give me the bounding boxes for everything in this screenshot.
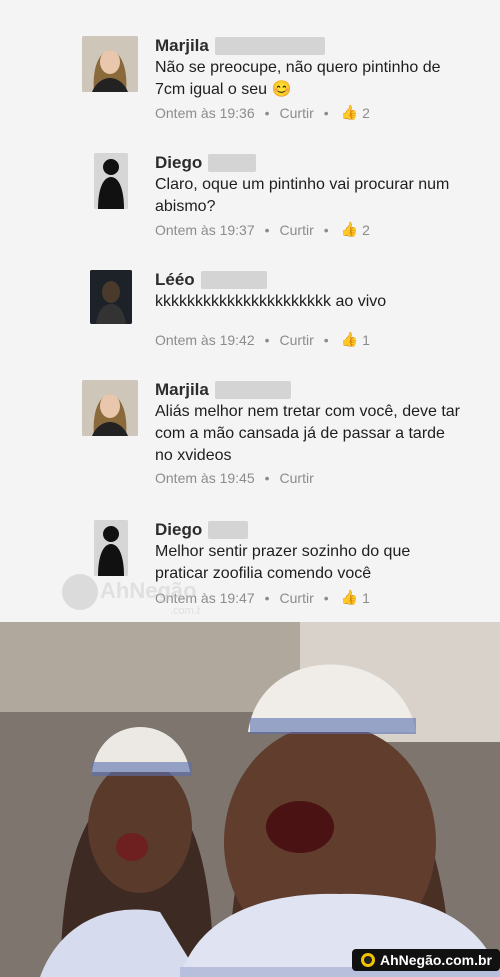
like-count[interactable]: 1 — [362, 590, 370, 606]
watermark-logo-icon: AhNegão .com.br — [62, 574, 207, 617]
author-row: Lééo — [155, 270, 267, 290]
separator-dot: • — [264, 470, 270, 486]
timestamp[interactable]: Ontem às 19:37 — [155, 222, 255, 238]
redacted-surname — [200, 271, 267, 289]
author-row: Marjila — [155, 380, 291, 400]
female-avatar-icon — [82, 36, 138, 92]
author-name[interactable]: Marjila — [155, 36, 209, 56]
separator-dot: • — [264, 331, 270, 348]
comment-text: Aliás melhor nem tretar com você, deve t… — [155, 403, 461, 464]
author-row: Diego — [155, 153, 257, 173]
comment-thread: Marjila Não se preocupe, não quero pinti… — [0, 0, 500, 622]
like-count[interactable]: 2 — [362, 105, 370, 121]
separator-dot: • — [264, 104, 270, 121]
author-name[interactable]: Marjila — [155, 380, 209, 400]
like-link[interactable]: Curtir — [280, 222, 314, 238]
like-link[interactable]: Curtir — [280, 332, 314, 348]
avatar[interactable] — [82, 36, 138, 92]
timestamp[interactable]: Ontem às 19:45 — [155, 470, 255, 486]
svg-text:.com.br: .com.br — [170, 605, 200, 617]
redacted-surname — [214, 381, 291, 399]
like-link[interactable]: Curtir — [280, 590, 314, 606]
like-count[interactable]: 2 — [362, 222, 370, 238]
separator-dot: • — [323, 331, 329, 348]
comment-text: kkkkkkkkkkkkkkkkkkkkkk ao vivo — [155, 293, 387, 310]
timestamp[interactable]: Ontem às 19:36 — [155, 105, 255, 121]
comment-text: Claro, oque um pintinho vai procurar num… — [155, 176, 450, 215]
separator-dot: • — [264, 221, 270, 238]
author-name[interactable]: Lééo — [155, 270, 195, 290]
ahnegao-watermark: AhNegão .com.br — [60, 566, 207, 625]
comment-text: Melhor sentir prazer sozinho do que prat… — [155, 543, 411, 582]
dark-avatar-icon — [90, 270, 132, 324]
author-name[interactable]: Diego — [155, 520, 202, 540]
reaction-photo: AhNegão.com.br — [0, 622, 500, 977]
ahnegao-logo-icon — [360, 953, 375, 967]
avatar[interactable] — [82, 380, 138, 436]
comment-text: Não se preocupe, não quero pintinho de 7… — [155, 59, 441, 98]
male-avatar-icon — [94, 153, 128, 209]
ahnegao-logo[interactable]: AhNegão.com.br — [351, 949, 500, 971]
comment-meta: Ontem às 19:36 • Curtir • 👍 2 — [155, 104, 370, 121]
smile-emoji-icon: 😊 — [271, 81, 292, 98]
female-avatar-icon — [82, 380, 138, 436]
thumbs-up-icon[interactable]: 👍 — [341, 331, 358, 348]
author-row: Diego — [155, 520, 249, 540]
thumbs-up-icon[interactable]: 👍 — [341, 104, 358, 121]
avatar[interactable] — [90, 270, 132, 324]
separator-dot: • — [323, 104, 329, 121]
separator-dot: • — [323, 589, 329, 606]
thumbs-up-icon[interactable]: 👍 — [341, 589, 358, 606]
reaction-photo-image — [0, 622, 500, 977]
comment-meta: Ontem às 19:45 • Curtir — [155, 470, 314, 486]
like-link[interactable]: Curtir — [280, 470, 314, 486]
thumbs-up-icon[interactable]: 👍 — [341, 221, 358, 238]
redacted-surname — [208, 521, 249, 539]
comment-meta: Ontem às 19:42 • Curtir • 👍 1 — [155, 331, 370, 348]
timestamp[interactable]: Ontem às 19:42 — [155, 332, 255, 348]
comment-meta: Ontem às 19:37 • Curtir • 👍 2 — [155, 221, 370, 238]
author-row: Marjila — [155, 36, 325, 56]
author-name[interactable]: Diego — [155, 153, 202, 173]
separator-dot: • — [264, 589, 270, 606]
logo-text: AhNegão.com.br — [379, 952, 492, 968]
redacted-surname — [214, 37, 325, 55]
avatar[interactable] — [94, 153, 128, 209]
like-link[interactable]: Curtir — [280, 105, 314, 121]
separator-dot: • — [323, 221, 329, 238]
like-count[interactable]: 1 — [362, 332, 370, 348]
redacted-surname — [208, 154, 257, 172]
svg-text:AhNegão: AhNegão — [100, 578, 197, 603]
